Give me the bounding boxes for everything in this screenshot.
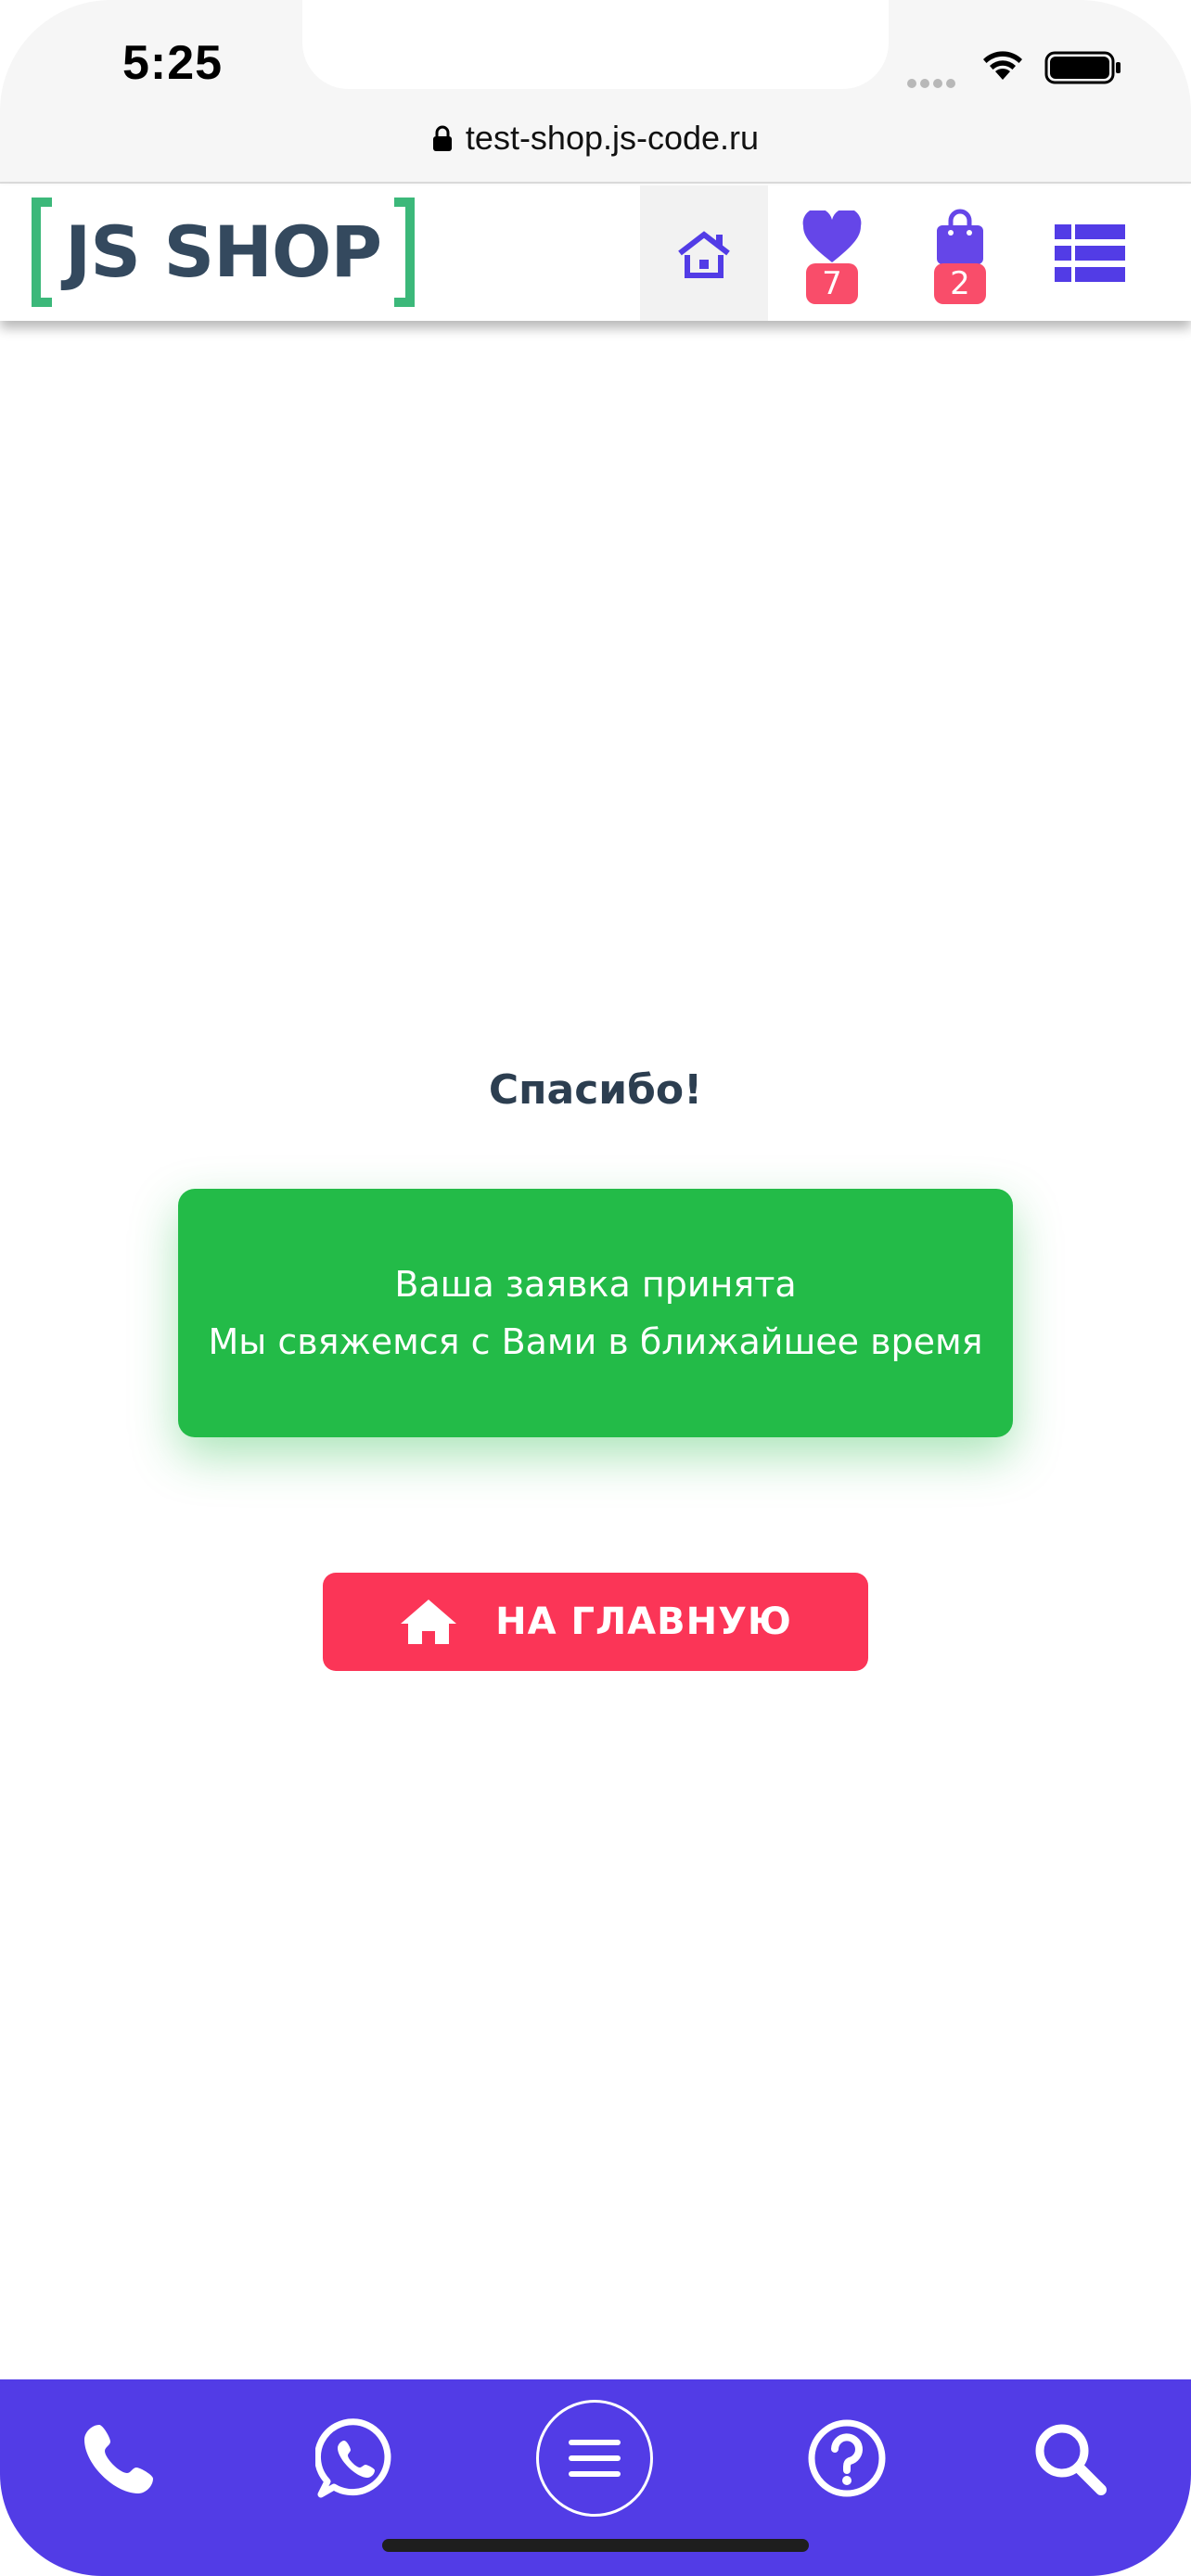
heart-icon (802, 210, 862, 262)
shopping-bag-icon (937, 209, 983, 264)
nav-favorites-button[interactable]: 7 (768, 185, 896, 321)
list-icon (1055, 224, 1125, 282)
success-message-line: Ваша заявка принята (394, 1264, 797, 1305)
question-icon (808, 2419, 886, 2497)
search-button[interactable] (1009, 2398, 1130, 2519)
logo-text: JS SHOP (65, 210, 382, 293)
device-notch (302, 0, 889, 89)
home-indicator[interactable] (382, 2539, 809, 2552)
call-button[interactable] (59, 2398, 180, 2519)
logo-bracket-left (32, 198, 52, 307)
browser-chrome: 5:25 test-shop.js-code.ru (0, 0, 1191, 184)
url-text: test-shop.js-code.ru (465, 119, 760, 157)
go-home-button[interactable]: НА ГЛАВНУЮ (323, 1573, 868, 1671)
site-header: JS SHOP 7 2 (0, 185, 1191, 321)
logo-bracket-right (394, 198, 416, 307)
menu-button[interactable] (534, 2398, 655, 2519)
home-icon (401, 1600, 457, 1644)
nav-catalog-button[interactable] (1026, 185, 1154, 321)
cellular-signal-icon (907, 74, 959, 92)
nav-cart-button[interactable]: 2 (896, 185, 1024, 321)
battery-icon (1044, 51, 1121, 84)
go-home-label: НА ГЛАВНУЮ (495, 1600, 792, 1643)
hamburger-menu-icon (569, 2440, 621, 2477)
site-logo[interactable]: JS SHOP (32, 195, 416, 310)
address-bar[interactable]: test-shop.js-code.ru (0, 115, 1191, 161)
phone-icon (84, 2425, 153, 2493)
nav-home-button[interactable] (640, 185, 768, 321)
cart-count-badge: 2 (934, 263, 986, 304)
page-title: Спасибо! (488, 1066, 703, 1114)
home-icon (678, 231, 730, 278)
status-time: 5:25 (122, 36, 224, 90)
search-icon (1035, 2424, 1107, 2495)
whatsapp-button[interactable] (297, 2398, 417, 2519)
menu-button-ring (536, 2400, 653, 2517)
lock-icon (432, 125, 452, 151)
whatsapp-icon (315, 2418, 391, 2498)
help-button[interactable] (787, 2398, 907, 2519)
screen-corner (0, 0, 121, 121)
order-success-message: Ваша заявка принята Мы свяжемся с Вами в… (178, 1189, 1013, 1437)
success-message-line: Мы свяжемся с Вами в ближайшее время (208, 1321, 983, 1362)
favorites-count-badge: 7 (806, 263, 858, 304)
wifi-icon (983, 51, 1022, 80)
